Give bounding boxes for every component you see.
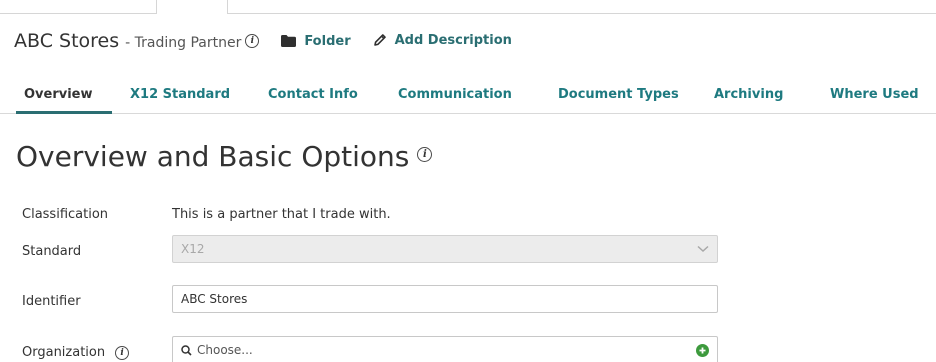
active-tab-indicator [16, 111, 112, 114]
chevron-down-icon [697, 245, 709, 253]
add-description-label: Add Description [394, 32, 512, 48]
tab-communication[interactable]: Communication [398, 87, 512, 102]
tab-archiving[interactable]: Archiving [714, 87, 783, 102]
partner-subtitle: - Trading Partner [125, 35, 242, 51]
plus-circle-icon[interactable] [696, 343, 709, 357]
page-header: ABC Stores - Trading Partner i Folder Ad… [14, 30, 512, 60]
partner-title: ABC Stores [14, 30, 120, 52]
standard-label: Standard [22, 244, 82, 259]
classification-label: Classification [22, 207, 109, 222]
folder-button[interactable]: Folder [281, 33, 351, 49]
tab-stub-cover [157, 12, 227, 15]
standard-select[interactable]: X12 [172, 235, 718, 263]
tab-document-types[interactable]: Document Types [558, 87, 679, 102]
folder-icon [281, 35, 297, 47]
section-heading: Overview and Basic Options i [16, 140, 433, 173]
partner-tabs: Overview X12 Standard Contact Info Commu… [0, 84, 936, 114]
pencil-icon [373, 34, 386, 46]
tab-contact-info[interactable]: Contact Info [268, 87, 358, 102]
top-strip-divider [0, 13, 936, 14]
search-icon [181, 344, 192, 356]
organization-label-group: Organization i [22, 345, 130, 360]
top-tab-strip [0, 0, 936, 15]
info-icon[interactable]: i [115, 345, 130, 360]
organization-label: Organization [22, 345, 106, 360]
plus-glyph [699, 347, 706, 353]
section-title: Overview and Basic Options [16, 140, 410, 173]
info-icon[interactable]: i [245, 34, 260, 48]
identifier-label: Identifier [22, 294, 81, 309]
standard-value: X12 [181, 242, 205, 256]
organization-placeholder: Choose... [197, 343, 253, 357]
organization-chooser[interactable]: Choose... [172, 336, 718, 362]
classification-value: This is a partner that I trade with. [172, 207, 391, 222]
tab-overview[interactable]: Overview [24, 87, 93, 102]
info-icon[interactable]: i [417, 147, 433, 162]
tab-where-used[interactable]: Where Used [830, 87, 919, 102]
identifier-field[interactable] [172, 285, 718, 313]
add-description-button[interactable]: Add Description [373, 33, 512, 48]
tab-x12-standard[interactable]: X12 Standard [130, 87, 230, 102]
folder-label: Folder [304, 33, 351, 49]
